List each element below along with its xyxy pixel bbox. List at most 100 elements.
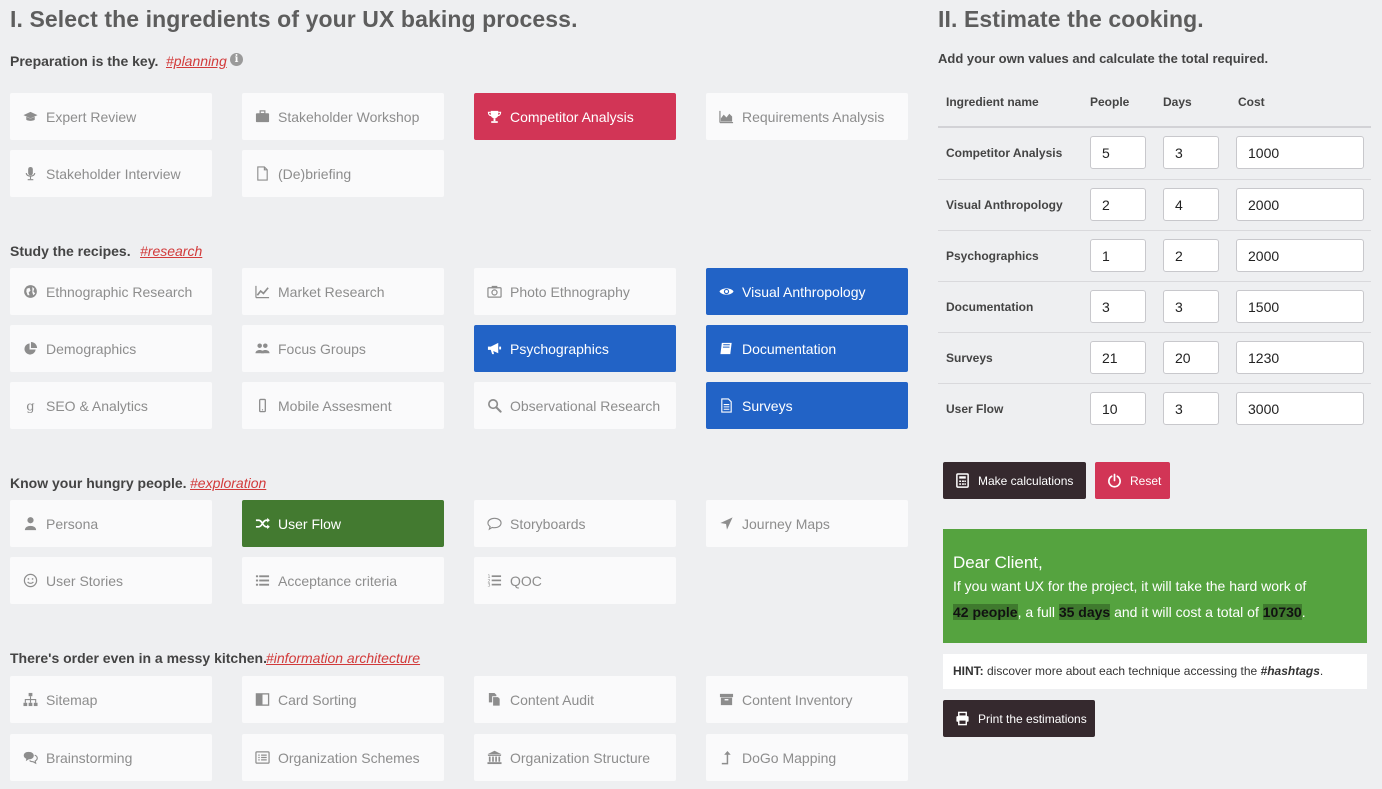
ingredient-tile-requirements-analysis[interactable]: Requirements Analysis xyxy=(706,93,908,140)
ingredient-label: Surveys xyxy=(742,397,793,414)
info-icon[interactable]: i xyxy=(230,53,243,66)
people-input[interactable] xyxy=(1090,290,1146,323)
svg-text:3: 3 xyxy=(487,583,490,588)
ingredient-tile-persona[interactable]: Persona xyxy=(10,500,212,547)
pie-chart-icon xyxy=(20,341,40,356)
ingredient-tile-stakeholder-workshop[interactable]: Stakeholder Workshop xyxy=(242,93,444,140)
estimate-row: Psychographics xyxy=(938,230,1371,281)
ingredient-label: Storyboards xyxy=(510,515,586,532)
cost-input[interactable] xyxy=(1236,290,1364,323)
ingredients-title: I. Select the ingredients of your UX bak… xyxy=(10,6,578,32)
people-input[interactable] xyxy=(1090,239,1146,272)
ingredient-tile-expert-review[interactable]: Expert Review xyxy=(10,93,212,140)
reset-button[interactable]: Reset xyxy=(1095,462,1170,499)
ingredient-tile-ethnographic-research[interactable]: Ethnographic Research xyxy=(10,268,212,315)
days-input[interactable] xyxy=(1163,341,1219,374)
ingredient-label: SEO & Analytics xyxy=(46,397,148,414)
ingredient-tile-user-flow[interactable]: User Flow xyxy=(242,500,444,547)
ingredient-tile-documentation[interactable]: Documentation xyxy=(706,325,908,372)
cost-input[interactable] xyxy=(1236,392,1364,425)
result-summary: 42 people, a full 35 days and it will co… xyxy=(953,599,1357,625)
print-estimations-button[interactable]: Print the estimations xyxy=(943,700,1095,737)
ingredient-label: User Flow xyxy=(278,515,342,532)
cost-input[interactable] xyxy=(1236,341,1364,374)
ingredient-tile-demographics[interactable]: Demographics xyxy=(10,325,212,372)
ingredient-label: Content Inventory xyxy=(742,691,853,708)
ingredient-label: DoGo Mapping xyxy=(742,749,837,766)
ingredient-tile-card-sorting[interactable]: Card Sorting xyxy=(242,676,444,723)
ingredient-tile-market-research[interactable]: Market Research xyxy=(242,268,444,315)
ingredient-tile-observational-research[interactable]: Observational Research xyxy=(474,382,676,429)
days-input[interactable] xyxy=(1163,392,1219,425)
cost-input[interactable] xyxy=(1236,188,1364,221)
ingredient-tile-focus-groups[interactable]: Focus Groups xyxy=(242,325,444,372)
ingredient-tile-sitemap[interactable]: Sitemap xyxy=(10,676,212,723)
days-input[interactable] xyxy=(1163,290,1219,323)
people-input[interactable] xyxy=(1090,341,1146,374)
ingredient-tile-psychographics[interactable]: Psychographics xyxy=(474,325,676,372)
ingredient-tile-journey-maps[interactable]: Journey Maps xyxy=(706,500,908,547)
cost-input[interactable] xyxy=(1236,136,1364,169)
ingredient-tile-user-stories[interactable]: User Stories xyxy=(10,557,212,604)
ingredient-tile-mobile-assesment[interactable]: Mobile Assesment xyxy=(242,382,444,429)
estimate-row: Competitor Analysis xyxy=(938,128,1371,179)
random-icon xyxy=(252,516,272,531)
ingredient-tile-visual-anthropology[interactable]: Visual Anthropology xyxy=(706,268,908,315)
days-input[interactable] xyxy=(1163,239,1219,272)
ingredient-label: Photo Ethnography xyxy=(510,283,630,300)
ingredient-tile-qoc[interactable]: 1 2 3 QOC xyxy=(474,557,676,604)
ingredient-tile-photo-ethnography[interactable]: Photo Ethnography xyxy=(474,268,676,315)
ingredient-label: Market Research xyxy=(278,283,385,300)
cost-input[interactable] xyxy=(1236,239,1364,272)
ingredient-tile-brainstorming[interactable]: Brainstorming xyxy=(10,734,212,781)
sitemap-icon xyxy=(20,692,40,707)
result-text-1: , a full xyxy=(1017,604,1059,620)
ingredient-tile-surveys[interactable]: Surveys xyxy=(706,382,908,429)
ingredient-tile-organization-structure[interactable]: Organization Structure xyxy=(474,734,676,781)
ingredient-label: Ethnographic Research xyxy=(46,283,193,300)
ingredient-name-cell: Visual Anthropology xyxy=(946,198,1063,212)
header-days: Days xyxy=(1163,95,1192,109)
list-alt-icon xyxy=(252,750,272,765)
ingredient-label: Content Audit xyxy=(510,691,595,708)
tag-planning-link[interactable]: #planning xyxy=(166,53,227,69)
ingredient-label: User Stories xyxy=(46,572,124,589)
ingredient-label: Organization Schemes xyxy=(278,749,420,766)
file-icon xyxy=(252,166,272,181)
result-text-end: . xyxy=(1301,604,1306,620)
result-days: 35 days xyxy=(1058,604,1111,620)
make-calculations-button[interactable]: Make calculations xyxy=(943,462,1086,499)
svg-text:g: g xyxy=(26,400,34,413)
ingredient-label: Brainstorming xyxy=(46,749,133,766)
tag-information-architecture-link[interactable]: #information architecture xyxy=(266,650,420,666)
list-ol-icon: 123 xyxy=(484,573,504,588)
hint-text: discover more about each technique acces… xyxy=(983,664,1261,678)
result-panel: Dear Client, If you want UX for the proj… xyxy=(943,529,1367,643)
estimate-row: User Flow xyxy=(938,383,1371,434)
ingredient-tile-storyboards[interactable]: Storyboards xyxy=(474,500,676,547)
ingredient-tile-de-briefing[interactable]: (De)briefing xyxy=(242,150,444,197)
ingredient-label: Visual Anthropology xyxy=(742,283,866,300)
days-input[interactable] xyxy=(1163,188,1219,221)
ingredient-label: Organization Structure xyxy=(510,749,651,766)
ingredient-tile-content-audit[interactable]: Content Audit xyxy=(474,676,676,723)
ingredient-tile-seo-analytics[interactable]: g SEO & Analytics xyxy=(10,382,212,429)
people-input[interactable] xyxy=(1090,188,1146,221)
ingredient-tile-competitor-analysis[interactable]: Competitor Analysis xyxy=(474,93,676,140)
days-input[interactable] xyxy=(1163,136,1219,169)
ingredient-tile-acceptance-criteria[interactable]: Acceptance criteria xyxy=(242,557,444,604)
ingredient-tile-content-inventory[interactable]: Content Inventory xyxy=(706,676,908,723)
user-icon xyxy=(20,516,40,531)
trophy-icon xyxy=(484,109,504,124)
ingredient-tile-dogo-mapping[interactable]: DoGo Mapping xyxy=(706,734,908,781)
tag-research-link[interactable]: #research xyxy=(140,243,202,259)
estimate-row: Documentation xyxy=(938,281,1371,332)
search-icon xyxy=(484,398,504,413)
ingredient-tile-organization-schemes[interactable]: Organization Schemes xyxy=(242,734,444,781)
ingredient-label: Mobile Assesment xyxy=(278,397,392,414)
tag-exploration-link[interactable]: #exploration xyxy=(190,475,266,491)
mobile-icon xyxy=(252,398,272,413)
people-input[interactable] xyxy=(1090,136,1146,169)
people-input[interactable] xyxy=(1090,392,1146,425)
ingredient-tile-stakeholder-interview[interactable]: Stakeholder Interview xyxy=(10,150,212,197)
